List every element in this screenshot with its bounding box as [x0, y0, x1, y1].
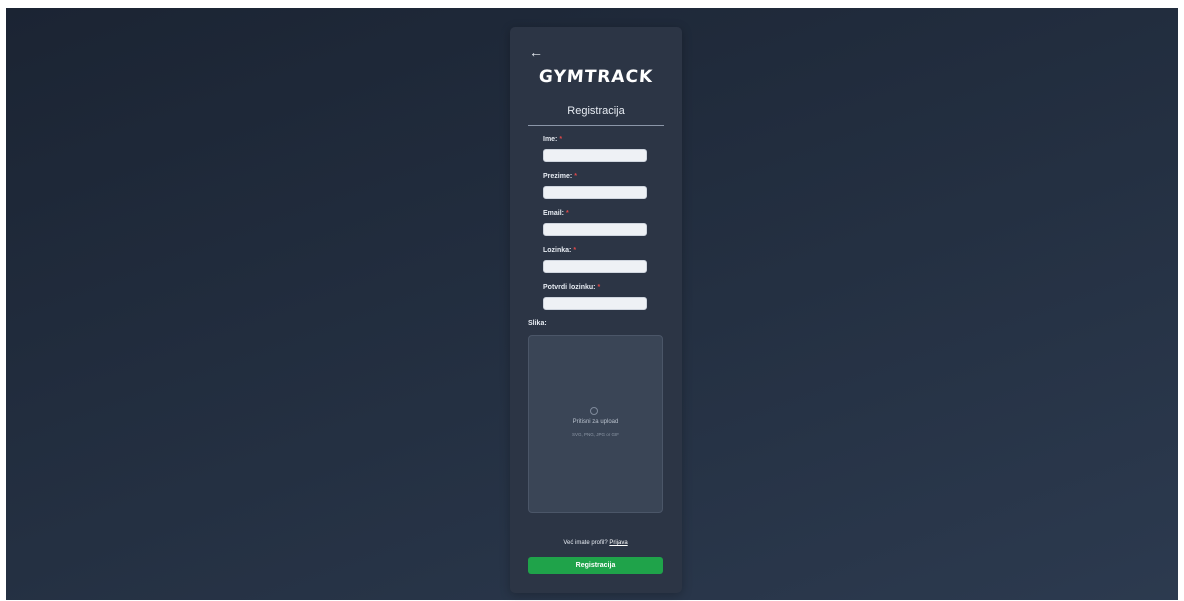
upload-instruction: Pritisni za upload: [572, 419, 619, 425]
app-logo: GYMTRACK: [538, 67, 654, 87]
arrow-left-icon[interactable]: ←: [529, 45, 543, 59]
register-button[interactable]: Registracija: [528, 557, 663, 574]
required-marker: *: [574, 173, 577, 180]
confirm-password-label: Potvrdi lozinku: *: [543, 284, 600, 291]
confirm-password-label-text: Potvrdi lozinku:: [543, 284, 596, 291]
required-marker: *: [559, 136, 563, 143]
email-label-text: Email:: [543, 210, 565, 217]
login-prompt-text: Već imate profil?: [563, 540, 608, 546]
upload-file-types: SVG, PNG, JPG or GIF: [571, 432, 619, 437]
first-name-label-text: Ime:: [543, 136, 558, 143]
password-field[interactable]: [543, 260, 647, 273]
first-name-label: Ime: *: [543, 136, 562, 143]
required-marker: *: [597, 284, 601, 291]
last-name-label-text: Prezime:: [543, 173, 573, 180]
email-label: Email: *: [543, 210, 569, 217]
password-label: Lozinka: *: [543, 247, 576, 254]
login-prompt: Već imate profil? Prijava: [528, 540, 663, 546]
page-title: Registracija: [567, 105, 625, 117]
email-field[interactable]: [543, 223, 647, 236]
password-label-text: Lozinka:: [543, 247, 572, 254]
title-divider: [528, 125, 664, 126]
confirm-password-field[interactable]: [543, 297, 647, 310]
image-label: Slika:: [528, 320, 547, 327]
login-link[interactable]: Prijava: [609, 540, 627, 546]
last-name-label: Prezime: *: [543, 173, 577, 180]
required-marker: *: [566, 210, 569, 217]
upload-icon: [590, 407, 598, 415]
required-marker: *: [573, 247, 577, 254]
first-name-field[interactable]: [543, 149, 647, 162]
last-name-field[interactable]: [543, 186, 647, 199]
